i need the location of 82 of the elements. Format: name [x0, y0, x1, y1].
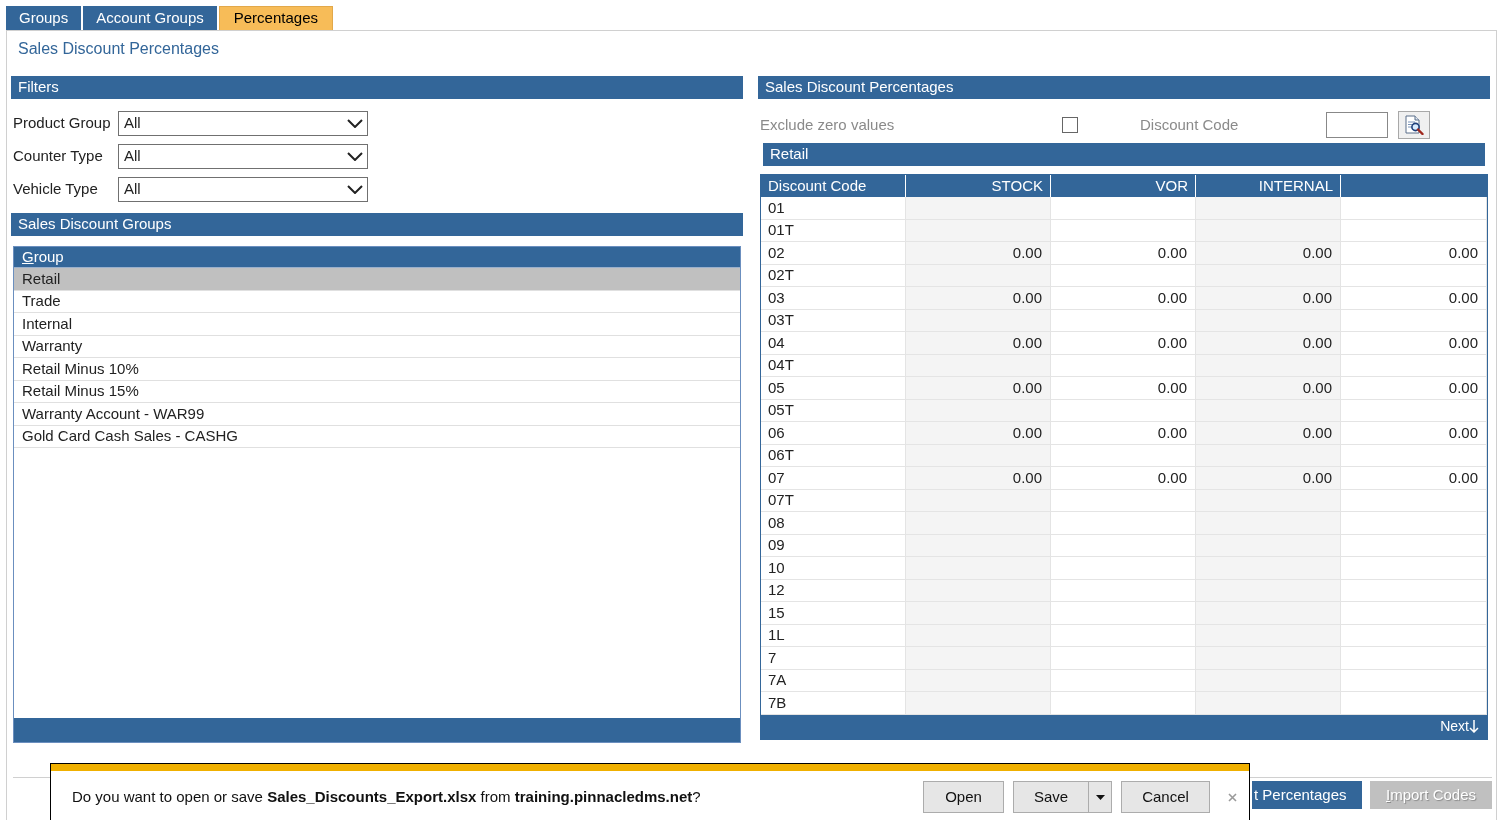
- dialog-button[interactable]: Open: [923, 781, 1004, 813]
- input-field[interactable]: [1326, 112, 1388, 138]
- tab[interactable]: Percentages: [218, 6, 333, 30]
- table-cell: 0.00: [1051, 332, 1196, 355]
- table-cell: 0.00: [906, 332, 1051, 355]
- field-label: Product Group: [13, 113, 112, 134]
- save-options-button[interactable]: [1089, 781, 1112, 813]
- table-cell: 07T: [761, 489, 906, 512]
- table-cell: 01T: [761, 219, 906, 242]
- table-cell: 7: [761, 647, 906, 670]
- column-header[interactable]: Group: [14, 247, 740, 268]
- table-cell: 0.00: [906, 377, 1051, 400]
- table-cell: 0.00: [1341, 467, 1487, 490]
- table-cell: 1L: [761, 624, 906, 647]
- table-cell: 0.00: [906, 287, 1051, 310]
- caret-down-icon: [1095, 794, 1105, 800]
- lookup-button[interactable]: [1398, 111, 1430, 139]
- chevron-down-icon: [347, 119, 363, 128]
- page-title: Sales Discount Percentages: [18, 40, 219, 57]
- table-cell: 0.00: [1051, 422, 1196, 445]
- table-cell: 0.00: [1051, 467, 1196, 490]
- table-cell: 09: [761, 534, 906, 557]
- table-cell: 0.00: [1341, 422, 1487, 445]
- tab[interactable]: Account Groups: [83, 6, 217, 30]
- field-label: Discount Code: [1140, 114, 1240, 135]
- table-cell: 7A: [761, 669, 906, 692]
- table-cell: 15: [761, 602, 906, 625]
- dialog-button[interactable]: Cancel: [1121, 781, 1210, 813]
- table-cell: 10: [761, 557, 906, 580]
- table-cell: 01: [761, 197, 906, 220]
- table-cell: 0.00: [1051, 287, 1196, 310]
- table-cell: 0.00: [1341, 332, 1487, 355]
- dropdown[interactable]: All: [118, 177, 368, 202]
- field-label: Exclude zero values: [760, 114, 896, 135]
- chevron-down-icon: [347, 152, 363, 161]
- arrow-down-icon: [1469, 720, 1479, 734]
- table-cell: 08: [761, 512, 906, 535]
- table-cell: 06: [761, 422, 906, 445]
- table-cell: 04T: [761, 354, 906, 377]
- table-cell: 0.00: [1051, 377, 1196, 400]
- next-button[interactable]: Next: [1440, 716, 1479, 738]
- section-header: Filters: [11, 76, 743, 99]
- table-cell: 0.00: [1196, 242, 1341, 265]
- checkbox[interactable]: [1062, 117, 1078, 133]
- table-cell: 04: [761, 332, 906, 355]
- table-cell: 03: [761, 287, 906, 310]
- table-cell: 02: [761, 242, 906, 265]
- table-cell: 07: [761, 467, 906, 490]
- document-search-icon: [1404, 115, 1424, 135]
- table-cell: 0.00: [1341, 287, 1487, 310]
- table-cell: 0.00: [1196, 287, 1341, 310]
- close-icon[interactable]: [1228, 792, 1237, 802]
- table-cell: 0.00: [906, 467, 1051, 490]
- table-cell: 02T: [761, 264, 906, 287]
- field-label: Counter Type: [13, 146, 104, 167]
- table-cell: 7B: [761, 692, 906, 715]
- table-cell: 0.00: [1196, 332, 1341, 355]
- table-cell: 06T: [761, 444, 906, 467]
- table-cell: 0.00: [1341, 242, 1487, 265]
- table-cell: 05: [761, 377, 906, 400]
- section-header: Sales Discount Groups: [11, 213, 743, 236]
- action-button[interactable]: t Percentages: [1252, 781, 1362, 809]
- dropdown[interactable]: All: [118, 111, 368, 136]
- download-prompt: Do you want to open or save Sales_Discounts_Export.xlsx from training.pinnacledms.net?: [72, 786, 702, 807]
- table-cell: 0.00: [1196, 422, 1341, 445]
- chevron-down-icon: [347, 185, 363, 194]
- table-cell: 0.00: [1051, 242, 1196, 265]
- table-cell: 03T: [761, 309, 906, 332]
- section-header: Retail: [763, 143, 1485, 166]
- table-cell: 05T: [761, 399, 906, 422]
- field-label: Vehicle Type: [13, 179, 99, 200]
- table-cell: 0.00: [906, 422, 1051, 445]
- section-header: Sales Discount Percentages: [758, 76, 1490, 99]
- table-cell: 12: [761, 579, 906, 602]
- table-cell: 0.00: [906, 242, 1051, 265]
- table-cell: 0.00: [1341, 377, 1487, 400]
- dialog-button[interactable]: Save: [1013, 781, 1089, 813]
- list-item[interactable]: Retail: [14, 268, 740, 291]
- dropdown[interactable]: All: [118, 144, 368, 169]
- table-cell: 0.00: [1196, 467, 1341, 490]
- table-cell: 0.00: [1196, 377, 1341, 400]
- tab[interactable]: Groups: [6, 6, 82, 30]
